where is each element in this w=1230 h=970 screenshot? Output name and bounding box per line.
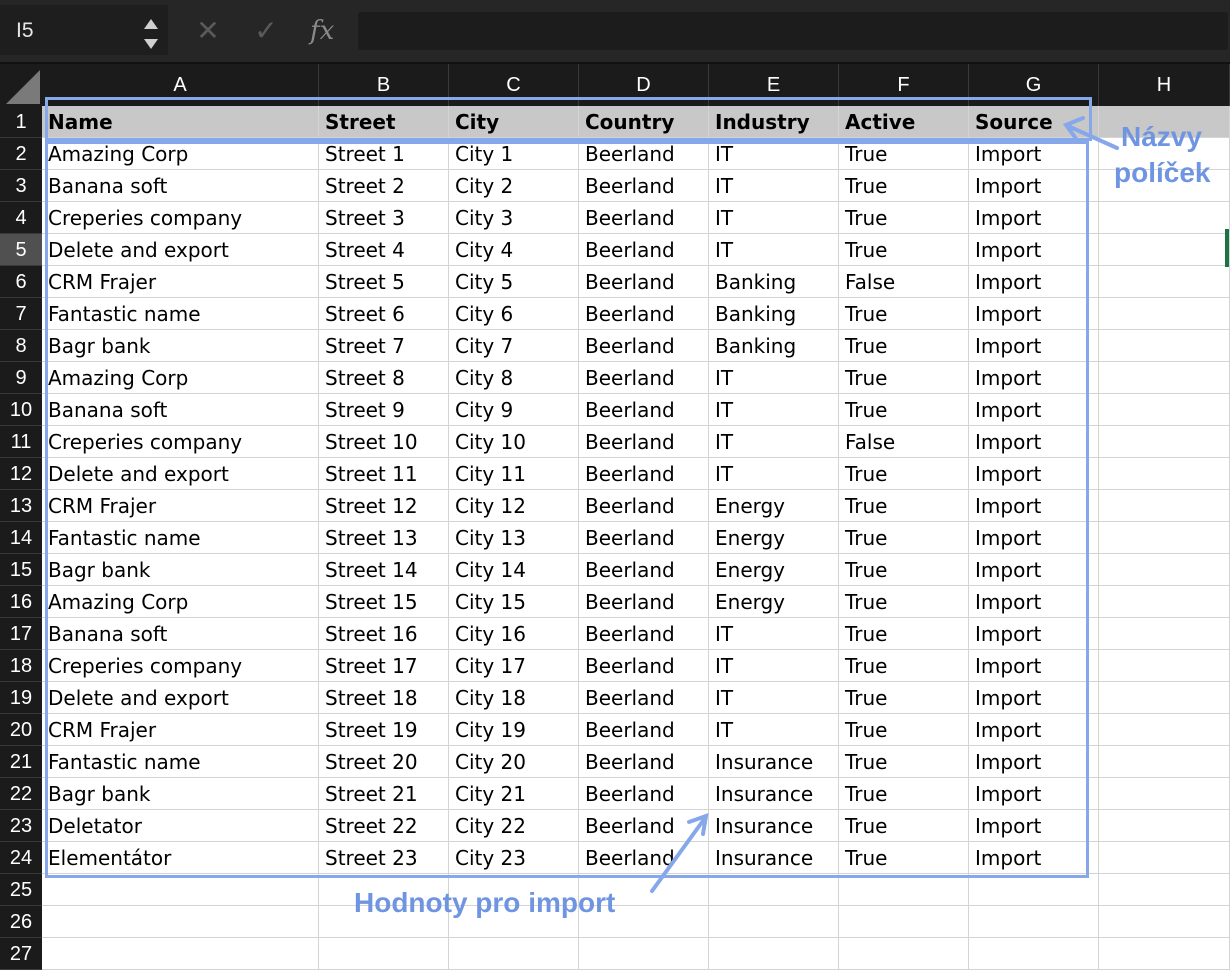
cell-h5[interactable] xyxy=(1099,234,1230,266)
cell-h4[interactable] xyxy=(1099,202,1230,234)
row-header-23[interactable]: 23 xyxy=(0,810,42,842)
name-box[interactable]: I5 xyxy=(0,5,168,55)
row-header-7[interactable]: 7 xyxy=(0,298,42,330)
name-box-stepper-icon[interactable] xyxy=(142,14,160,54)
cell-h12[interactable] xyxy=(1099,458,1230,490)
row-header-22[interactable]: 22 xyxy=(0,778,42,810)
cell-h17[interactable] xyxy=(1099,618,1230,650)
row-header-10[interactable]: 10 xyxy=(0,394,42,426)
cell-e27[interactable] xyxy=(709,938,839,970)
cell-g26[interactable] xyxy=(969,906,1099,938)
name-box-value: I5 xyxy=(16,19,34,42)
select-all-triangle-icon xyxy=(6,70,40,104)
cell-h10[interactable] xyxy=(1099,394,1230,426)
cancel-icon[interactable]: ✕ xyxy=(190,12,226,50)
row-header-18[interactable]: 18 xyxy=(0,650,42,682)
cell-f25[interactable] xyxy=(839,874,969,906)
cell-h18[interactable] xyxy=(1099,650,1230,682)
row-header-21[interactable]: 21 xyxy=(0,746,42,778)
cell-h25[interactable] xyxy=(1099,874,1230,906)
row-header-15[interactable]: 15 xyxy=(0,554,42,586)
row-header-25[interactable]: 25 xyxy=(0,874,42,906)
formula-input[interactable] xyxy=(358,12,1228,50)
row-header-27[interactable]: 27 xyxy=(0,938,42,970)
row-header-13[interactable]: 13 xyxy=(0,490,42,522)
insert-function-icon[interactable]: fx xyxy=(310,12,350,50)
table-row xyxy=(42,874,1230,906)
row-header-8[interactable]: 8 xyxy=(0,330,42,362)
cell-c27[interactable] xyxy=(449,938,579,970)
row-header-6[interactable]: 6 xyxy=(0,266,42,298)
cell-h23[interactable] xyxy=(1099,810,1230,842)
row-header-20[interactable]: 20 xyxy=(0,714,42,746)
cell-h24[interactable] xyxy=(1099,842,1230,874)
cell-h8[interactable] xyxy=(1099,330,1230,362)
row-header-2[interactable]: 2 xyxy=(0,138,42,170)
cell-a27[interactable] xyxy=(42,938,319,970)
cell-h26[interactable] xyxy=(1099,906,1230,938)
cell-h9[interactable] xyxy=(1099,362,1230,394)
cell-a26[interactable] xyxy=(42,906,319,938)
cell-e26[interactable] xyxy=(709,906,839,938)
row-header-26[interactable]: 26 xyxy=(0,906,42,938)
cell-h15[interactable] xyxy=(1099,554,1230,586)
select-all-corner[interactable] xyxy=(0,64,42,106)
table-row xyxy=(42,938,1230,970)
cell-h22[interactable] xyxy=(1099,778,1230,810)
row-header-16[interactable]: 16 xyxy=(0,586,42,618)
row-header-24[interactable]: 24 xyxy=(0,842,42,874)
row-header-14[interactable]: 14 xyxy=(0,522,42,554)
cell-h13[interactable] xyxy=(1099,490,1230,522)
cell-b27[interactable] xyxy=(319,938,449,970)
row-header-11[interactable]: 11 xyxy=(0,426,42,458)
cell-h6[interactable] xyxy=(1099,266,1230,298)
confirm-icon[interactable]: ✓ xyxy=(248,12,284,50)
cell-h27[interactable] xyxy=(1099,938,1230,970)
field-names-label: Názvy xyxy=(1121,121,1202,152)
cell-e25[interactable] xyxy=(709,874,839,906)
import-values-highlight xyxy=(45,141,1089,878)
cell-h11[interactable] xyxy=(1099,426,1230,458)
cell-h21[interactable] xyxy=(1099,746,1230,778)
row-header-5[interactable]: 5 xyxy=(0,234,42,266)
cell-d27[interactable] xyxy=(579,938,709,970)
row-header-19[interactable]: 19 xyxy=(0,682,42,714)
selection-edge-marker xyxy=(1225,229,1229,267)
field-names-label-2: políček xyxy=(1114,157,1211,188)
cell-g25[interactable] xyxy=(969,874,1099,906)
formula-bar: I5 ✕ ✓ fx xyxy=(0,0,1230,62)
row-header-1[interactable]: 1 xyxy=(0,106,42,138)
row-header-3[interactable]: 3 xyxy=(0,170,42,202)
row-header-12[interactable]: 12 xyxy=(0,458,42,490)
cell-f26[interactable] xyxy=(839,906,969,938)
cell-f27[interactable] xyxy=(839,938,969,970)
row-header-9[interactable]: 9 xyxy=(0,362,42,394)
cell-g27[interactable] xyxy=(969,938,1099,970)
row-header-4[interactable]: 4 xyxy=(0,202,42,234)
cell-h19[interactable] xyxy=(1099,682,1230,714)
cell-h14[interactable] xyxy=(1099,522,1230,554)
cell-h16[interactable] xyxy=(1099,586,1230,618)
field-names-highlight xyxy=(45,97,1092,141)
table-row xyxy=(42,906,1230,938)
cell-h7[interactable] xyxy=(1099,298,1230,330)
import-values-label: Hodnoty pro import xyxy=(354,887,616,918)
row-header-17[interactable]: 17 xyxy=(0,618,42,650)
column-header-h[interactable]: H xyxy=(1099,64,1230,106)
cell-a25[interactable] xyxy=(42,874,319,906)
cell-h20[interactable] xyxy=(1099,714,1230,746)
